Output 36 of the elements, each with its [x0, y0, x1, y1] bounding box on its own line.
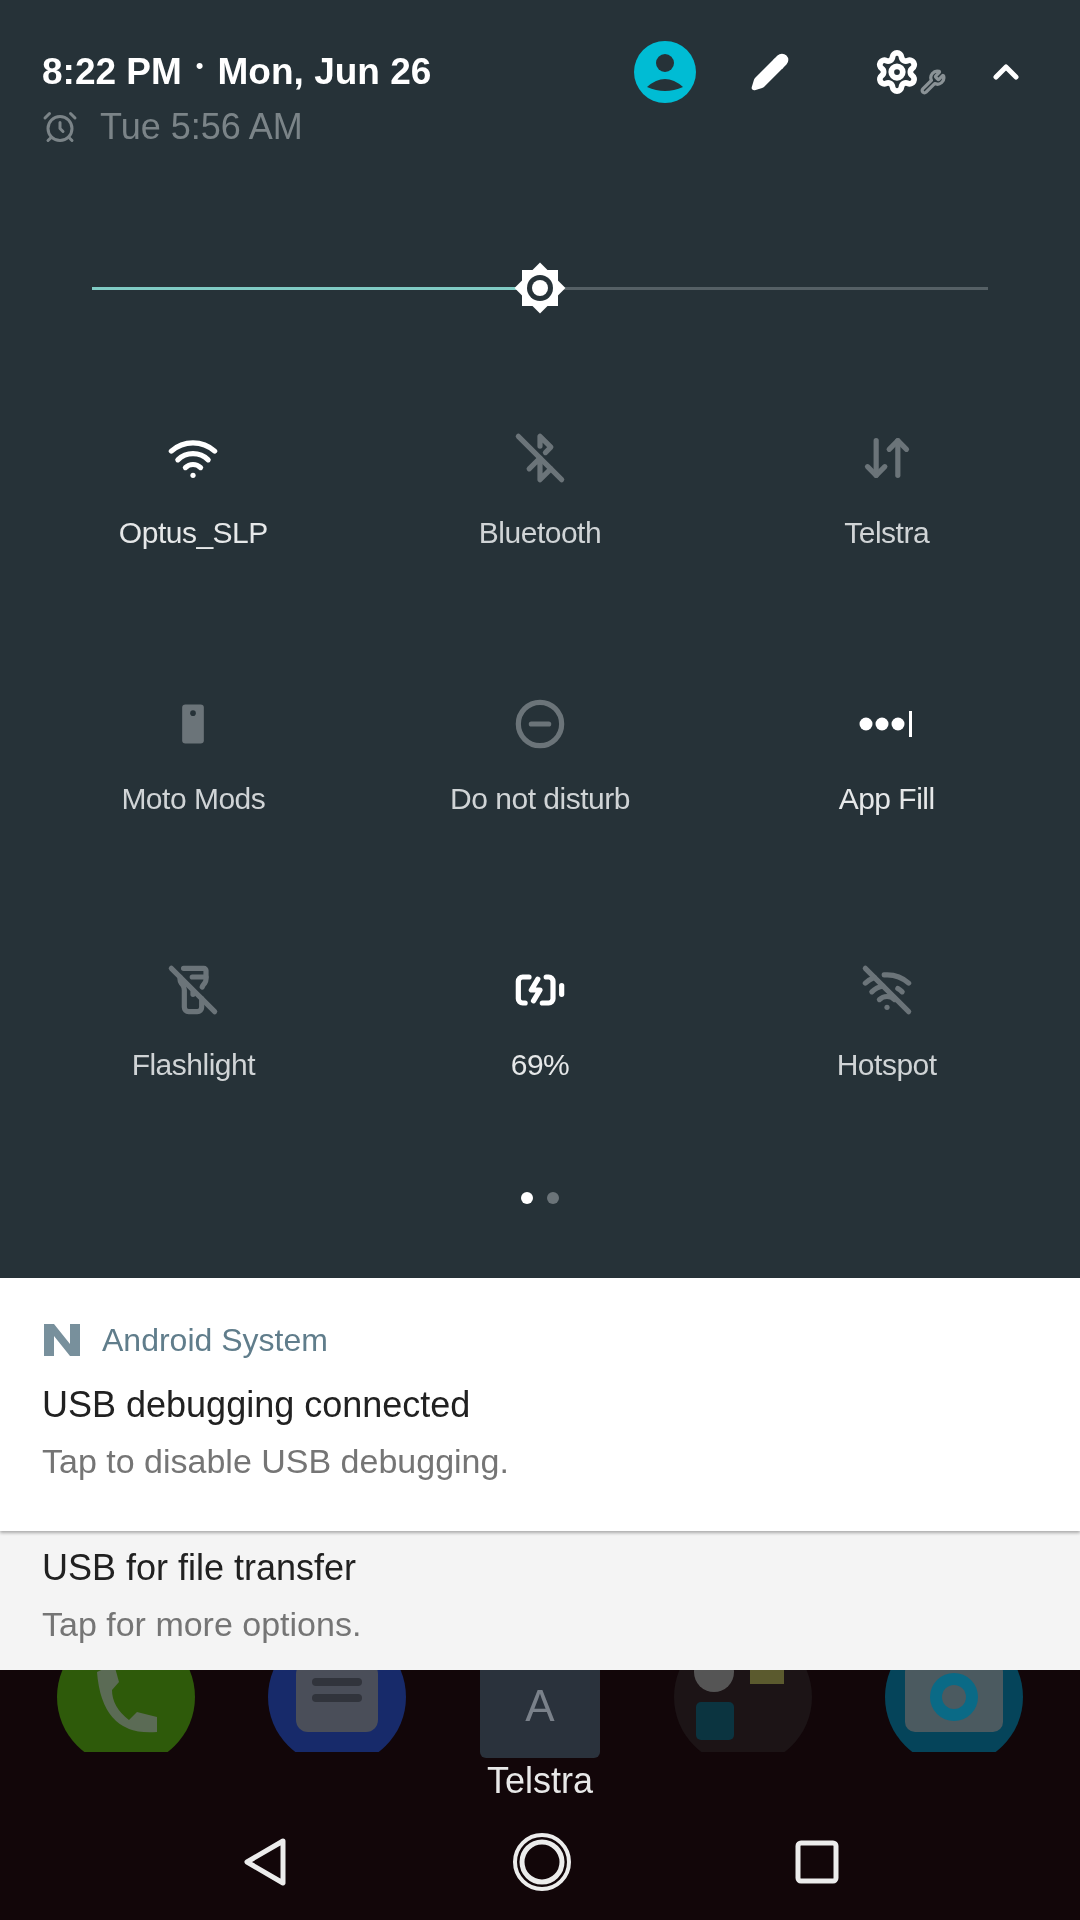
quick-tile[interactable]: Flashlight	[121, 964, 266, 1087]
bluetooth-off-icon	[514, 432, 566, 484]
user-avatar-icon[interactable]	[634, 41, 696, 103]
settings-icon[interactable]	[874, 49, 946, 95]
folder-label: Telstra	[487, 1759, 593, 1803]
date-text: Mon, Jun 26	[217, 50, 432, 95]
notification-text: Tap to disable USB debugging.	[42, 1441, 510, 1482]
notification-card[interactable]: Android System USB debugging connected Tap to disable USB debugging.	[0, 1278, 1080, 1531]
phone-app-icon[interactable]	[56, 1670, 195, 1752]
separator-dot: •	[195, 51, 204, 80]
notification-text: Tap for more options.	[42, 1604, 363, 1645]
edit-icon[interactable]	[750, 52, 790, 92]
recents-icon[interactable]	[794, 1840, 839, 1884]
quick-tile[interactable]: Hotspot	[826, 964, 947, 1087]
app-folder-icon[interactable]	[673, 1670, 812, 1752]
quick-tile[interactable]: Bluetooth	[468, 432, 612, 555]
clock-time: 8:22 PM	[42, 50, 182, 95]
brightness-slider[interactable]	[92, 264, 988, 312]
camera-app-icon[interactable]	[885, 1670, 1024, 1752]
do-not-disturb-icon	[514, 698, 566, 750]
android-logo-icon	[42, 1324, 82, 1356]
notification-card[interactable]: USB for file transfer Tap for more options.	[0, 1531, 1080, 1670]
quick-tile[interactable]: Optus_SLP	[108, 432, 278, 555]
quick-tile[interactable]: App Fill	[828, 698, 945, 821]
quick-tile[interactable]: Do not disturb	[440, 698, 640, 821]
alarm-icon	[42, 109, 78, 145]
flashlight-off-icon	[167, 964, 220, 1016]
quick-tile[interactable]: Telstra	[834, 432, 940, 555]
alarm-time: Tue 5:56 AM	[100, 105, 303, 149]
app-name: Android System	[102, 1321, 328, 1360]
quick-tile[interactable]: Moto Mods	[111, 698, 276, 821]
hotspot-off-icon	[860, 964, 913, 1016]
quick-tile[interactable]: 69%	[500, 964, 580, 1087]
notification-title: USB debugging connected	[42, 1383, 472, 1427]
home-icon[interactable]	[512, 1832, 572, 1892]
notification-title: USB for file transfer	[42, 1546, 358, 1590]
